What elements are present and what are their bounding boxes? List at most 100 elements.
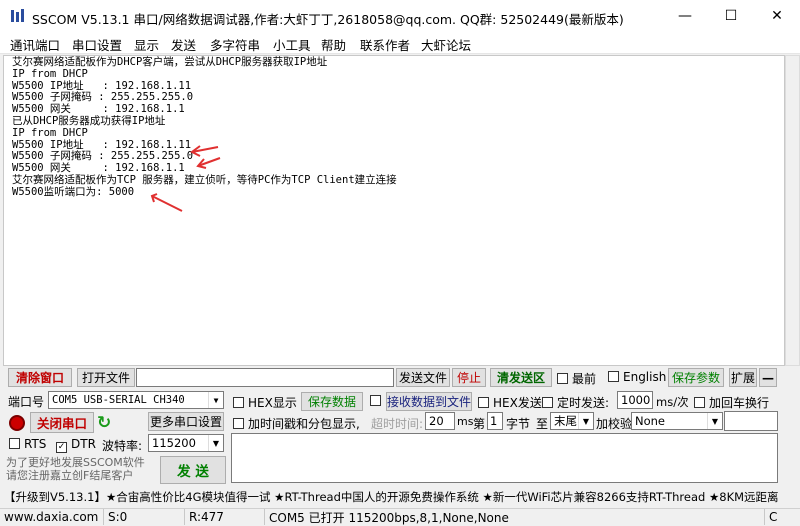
dtr-toggle[interactable]: ✓ DTR [56, 437, 96, 453]
hex-send-toggle[interactable]: HEX发送 [478, 394, 542, 411]
status-sent: S:0 [103, 509, 183, 525]
minimize-icon: — [678, 8, 692, 24]
output-line: 艾尔赛网络适配板作为TCP 服务器，建立侦听，等待PC作为TCP Client建… [12, 173, 397, 186]
timeout-label: 超时时间: [371, 417, 424, 431]
menu-contact[interactable]: 联系作者 [360, 35, 410, 54]
close-port-button[interactable]: 关闭串口 [30, 412, 94, 433]
window-title: SSCOM V5.13.1 串口/网络数据调试器,作者:大虾丁丁,2618058… [32, 12, 624, 27]
send-input[interactable] [231, 433, 778, 483]
chevron-down-icon: ▼ [578, 413, 593, 429]
english-toggle[interactable]: English [608, 370, 666, 384]
baud-select[interactable]: 115200 ▼ [148, 434, 224, 452]
news-ticker[interactable]: 【升级到V5.13.1】★合宙高性价比4G模块值得一试 ★RT-Thread中国… [0, 487, 800, 506]
dtr-label: DTR [71, 437, 96, 451]
timed-send-toggle[interactable]: 定时发送: [542, 394, 609, 411]
checksum-extra[interactable] [724, 411, 778, 431]
maximize-icon: ☐ [724, 8, 738, 24]
topmost-label: 最前 [572, 372, 597, 386]
timestamp-checkbox[interactable] [233, 418, 244, 429]
send-file-button[interactable]: 发送文件 [396, 368, 450, 387]
timeout-unit: ms [457, 415, 474, 428]
add-crlf-toggle[interactable]: 加回车换行 [694, 394, 769, 411]
timestamp-toggle[interactable]: 加时间戳和分包显示, [233, 415, 360, 432]
interval-input[interactable]: 1000 [617, 391, 653, 409]
output-line: W5500监听端口为: 5000 [12, 185, 135, 198]
recv-to-file-checkbox[interactable] [370, 395, 381, 406]
baud-label: 波特率: [102, 439, 143, 453]
clear-window-button[interactable]: 清除窗口 [8, 368, 72, 387]
topmost-checkbox[interactable] [557, 373, 568, 384]
baud-value: 115200 [152, 436, 196, 450]
send-button[interactable]: 发 送 [160, 456, 226, 484]
timed-send-checkbox[interactable] [542, 397, 553, 408]
save-data-button[interactable]: 保存数据 [301, 392, 363, 411]
english-checkbox[interactable] [608, 371, 619, 382]
menu-comm-port[interactable]: 通讯端口 [10, 35, 60, 54]
output-line: 艾尔赛网络适配板作为DHCP客户端，尝试从DHCP服务器获取IP地址 [12, 56, 328, 68]
menu-serial-settings[interactable]: 串口设置 [72, 35, 122, 54]
output-line: IP from DHCP [12, 67, 88, 80]
hex-display-toggle[interactable]: HEX显示 [233, 394, 297, 411]
clear-send-button[interactable]: 清发送区 [490, 368, 552, 387]
open-file-button[interactable]: 打开文件 [77, 368, 135, 387]
timed-send-label: 定时发送: [557, 396, 610, 410]
checksum-value: None [635, 414, 666, 428]
status-received: R:477 [184, 509, 264, 525]
close-icon: ✕ [771, 8, 783, 24]
port-value: COM5 USB-SERIAL CH340 [52, 394, 185, 406]
add-crlf-checkbox[interactable] [694, 397, 705, 408]
rts-label: RTS [24, 437, 47, 451]
end-select[interactable]: 末尾 ▼ [550, 412, 594, 430]
port-select[interactable]: COM5 USB-SERIAL CH340 ▼ [48, 391, 224, 409]
english-label: English [623, 370, 667, 384]
byte-suffix: 字节 [506, 417, 531, 431]
byte-prefix: 第 [473, 417, 486, 431]
hex-display-label: HEX显示 [248, 396, 297, 410]
checksum-label: 加校验 [596, 417, 633, 431]
rts-checkbox[interactable] [9, 438, 20, 449]
menu-forum[interactable]: 大虾论坛 [421, 35, 471, 54]
rts-toggle[interactable]: RTS [9, 437, 46, 451]
status-site-link[interactable]: www.daxia.com [0, 509, 100, 525]
output-line: IP from DHCP [12, 126, 88, 139]
status-port-state: COM5 已打开 115200bps,8,1,None,None [264, 509, 764, 525]
topmost-toggle[interactable]: 最前 [557, 370, 596, 387]
promo-text[interactable]: 为了更好地发展SSCOM软件 请您注册嘉立创F结尾客户 [6, 456, 154, 484]
status-cts: C [764, 509, 800, 525]
to-label: 至 [536, 417, 549, 431]
more-serial-settings-button[interactable]: 更多串口设置 [148, 412, 224, 431]
menu-send[interactable]: 发送 [171, 35, 196, 54]
file-path-input[interactable] [136, 368, 394, 387]
expand-button[interactable]: 扩展 [729, 368, 757, 387]
dtr-checkbox[interactable]: ✓ [56, 442, 67, 453]
menu-display[interactable]: 显示 [134, 35, 159, 54]
add-crlf-label: 加回车换行 [709, 396, 770, 410]
chevron-down-icon: ▼ [208, 392, 223, 408]
byte-index-input[interactable]: 1 [487, 412, 503, 430]
port-label: 端口号 [8, 395, 45, 409]
recv-to-file-toggle[interactable] [370, 394, 385, 408]
timeout-input[interactable]: 20 [425, 412, 455, 430]
recv-to-file-button[interactable]: 接收数据到文件 [386, 392, 472, 411]
collapse-button[interactable]: — [759, 368, 777, 387]
hex-send-checkbox[interactable] [478, 397, 489, 408]
refresh-icon[interactable]: ↻ [97, 413, 111, 433]
hex-display-checkbox[interactable] [233, 397, 244, 408]
port-status-icon [9, 415, 25, 431]
end-value: 末尾 [554, 414, 577, 428]
stop-button[interactable]: 停止 [452, 368, 486, 387]
output-line: 已从DHCP服务器成功获得IP地址 [12, 114, 166, 127]
menu-multi-string[interactable]: 多字符串 [210, 35, 260, 54]
checksum-select[interactable]: None ▼ [631, 412, 723, 430]
app-icon [10, 8, 26, 24]
output-scrollbar[interactable] [785, 55, 800, 366]
chevron-down-icon: ▼ [208, 435, 223, 451]
receive-output[interactable]: 艾尔赛网络适配板作为DHCP客户端，尝试从DHCP服务器获取IP地址 IP fr… [3, 55, 785, 366]
close-button[interactable]: ✕ [754, 0, 800, 32]
interval-unit: ms/次 [656, 395, 689, 409]
menu-tools[interactable]: 小工具 [273, 35, 311, 54]
maximize-button[interactable]: ☐ [708, 0, 754, 32]
minimize-button[interactable]: — [662, 0, 708, 32]
menu-help[interactable]: 帮助 [321, 35, 346, 54]
save-params-button[interactable]: 保存参数 [668, 368, 724, 387]
